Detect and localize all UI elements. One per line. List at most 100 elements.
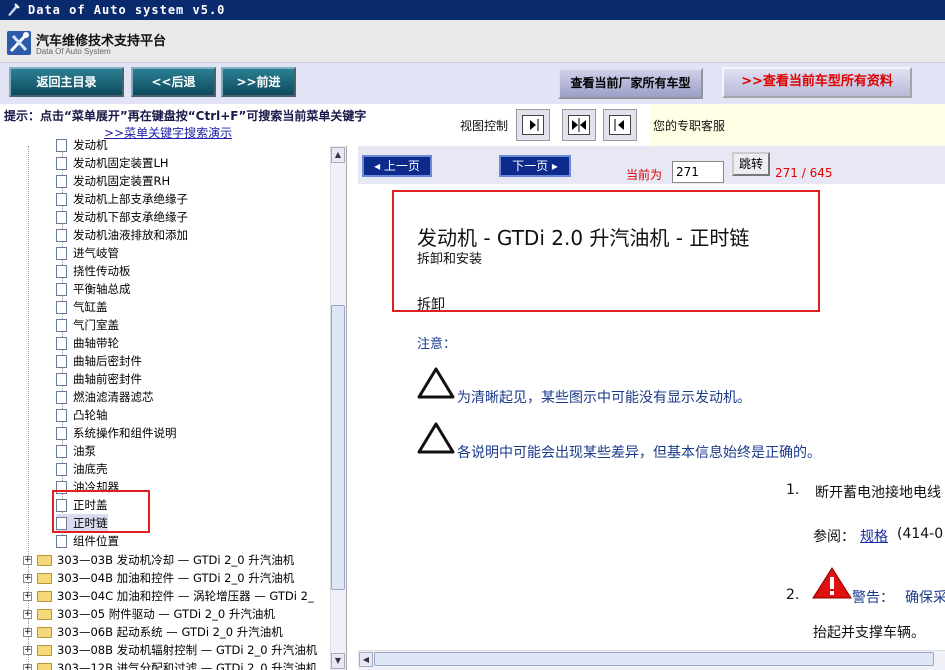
arrow-right-icon xyxy=(530,119,539,131)
note-label: 注意： xyxy=(417,337,457,352)
search-demo-link[interactable]: >>菜单关键字搜索演示 xyxy=(104,124,232,141)
tree-item[interactable]: 发动机油液排放和添加 xyxy=(56,226,188,244)
tree-folder-label: 303—04B 加油和控件 — GTDi 2_0 升汽油机 xyxy=(57,571,295,585)
folder-icon xyxy=(37,663,52,670)
step-number-1: 1. xyxy=(786,482,800,498)
tree-item-label: 油泵 xyxy=(73,444,96,458)
tree-item[interactable]: 平衡轴总成 xyxy=(56,280,131,298)
tree-folder[interactable]: +303—08B 发动机辐射控制 — GTDi 2_0 升汽油机 xyxy=(23,641,317,659)
tree-folder[interactable]: +303—03B 发动机冷却 — GTDi 2_0 升汽油机 xyxy=(23,551,294,569)
tree-item-label: 发动机上部支承绝缘子 xyxy=(73,192,188,206)
expand-plus-icon[interactable]: + xyxy=(23,646,32,655)
tree-folder-label: 303—04C 加油和控件 — 涡轮增压器 — GTDi 2_ xyxy=(57,589,314,603)
tree-item[interactable]: 发动机下部支承绝缘子 xyxy=(56,208,188,226)
tree-item[interactable]: 发动机固定装置LH xyxy=(56,154,169,172)
document-icon xyxy=(56,535,67,548)
tree-folder-label: 303—05 附件驱动 — GTDi 2_0 升汽油机 xyxy=(57,607,275,621)
tree-item[interactable]: 组件位置 xyxy=(56,532,119,550)
expand-plus-icon[interactable]: + xyxy=(23,592,32,601)
prev-page-button[interactable]: ◂ 上一页 xyxy=(362,155,432,177)
section-heading: 拆卸 xyxy=(417,297,445,313)
forward-button[interactable]: >>前进 xyxy=(221,67,296,97)
tree-folder[interactable]: +303—05 附件驱动 — GTDi 2_0 升汽油机 xyxy=(23,605,275,623)
home-button[interactable]: 返回主目录 xyxy=(9,67,124,97)
expand-plus-icon[interactable]: + xyxy=(23,574,32,583)
view-control-label: 视图控制 xyxy=(460,119,509,133)
view-expand-button[interactable] xyxy=(516,109,550,141)
tree-item[interactable]: 油底壳 xyxy=(56,460,108,478)
tree-item-label: 进气岐管 xyxy=(73,246,119,260)
document-icon xyxy=(56,463,67,476)
expand-plus-icon[interactable]: + xyxy=(23,610,32,619)
tree-item[interactable]: 挠性传动板 xyxy=(56,262,131,280)
tree-item[interactable]: 发动机上部支承绝缘子 xyxy=(56,190,188,208)
page-number-input[interactable]: 271 xyxy=(672,161,724,183)
document-icon xyxy=(56,247,67,260)
document-icon xyxy=(56,427,67,440)
next-page-button[interactable]: 下一页 ▸ xyxy=(499,155,571,177)
jump-button[interactable]: 跳转 xyxy=(732,152,770,176)
scroll-up-arrow-icon[interactable]: ▲ xyxy=(331,147,345,163)
scroll-down-arrow-icon[interactable]: ▼ xyxy=(331,653,345,669)
tree-scroll-thumb[interactable] xyxy=(331,305,345,590)
folder-icon xyxy=(37,645,52,656)
tree-item-label: 发动机下部支承绝缘子 xyxy=(73,210,188,224)
tree-item[interactable]: 燃油滤清器滤芯 xyxy=(56,388,154,406)
scroll-left-arrow-icon[interactable]: ◀ xyxy=(359,652,373,667)
tree-item-label: 组件位置 xyxy=(73,534,119,548)
document-icon xyxy=(56,283,67,296)
caution-triangle-icon xyxy=(417,422,455,454)
page-count: 271 / 645 xyxy=(775,166,833,180)
expand-plus-icon[interactable]: + xyxy=(23,556,32,565)
folder-icon xyxy=(37,627,52,638)
caution-triangle-icon xyxy=(417,367,455,399)
agent-text[interactable]: 您的专职客服 xyxy=(653,117,725,134)
view-collapse-button[interactable] xyxy=(603,109,637,141)
arrow-left-icon xyxy=(614,119,624,131)
tree-item[interactable]: 曲轴后密封件 xyxy=(56,352,142,370)
tree-item[interactable]: 凸轮轴 xyxy=(56,406,108,424)
document-scroll-thumb[interactable] xyxy=(374,652,934,666)
tree-folder-label: 303—06B 起动系统 — GTDi 2_0 升汽油机 xyxy=(57,625,283,639)
document-icon xyxy=(56,319,67,332)
window-title: Data of Auto system v5.0 xyxy=(28,3,226,17)
step-number-2: 2. xyxy=(786,587,800,603)
tree-folder[interactable]: +303—12B 进气分配和过滤 — GTDi 2_0 升汽油机 xyxy=(23,659,317,670)
tree-item[interactable]: 气缸盖 xyxy=(56,298,108,316)
tree-item[interactable]: 气门室盖 xyxy=(56,316,119,334)
tree-item[interactable]: 发动机 xyxy=(56,136,108,154)
document-icon xyxy=(56,265,67,278)
tree-item[interactable]: 曲轴前密封件 xyxy=(56,370,142,388)
tree-item-label: 发动机固定装置LH xyxy=(73,156,169,170)
warning-label: 警告： xyxy=(852,590,894,606)
tree-item-label: 燃油滤清器滤芯 xyxy=(73,390,154,404)
document-icon xyxy=(56,175,67,188)
view-split-button[interactable] xyxy=(562,109,596,141)
step-text-1: 断开蓄电池接地电线 xyxy=(815,485,941,501)
tree-item[interactable]: 曲轴带轮 xyxy=(56,334,119,352)
window-title-bar: Data of Auto system v5.0 xyxy=(0,0,945,20)
tree-folder[interactable]: +303—06B 起动系统 — GTDi 2_0 升汽油机 xyxy=(23,623,283,641)
tree-item-label: 发动机固定装置RH xyxy=(73,174,171,188)
all-info-button[interactable]: >>查看当前车型所有资料 xyxy=(722,67,912,98)
tree-item-label: 挠性传动板 xyxy=(73,264,131,278)
tree-item[interactable]: 油泵 xyxy=(56,442,96,460)
tree-item[interactable]: 发动机固定装置RH xyxy=(56,172,170,190)
tree-item[interactable]: 进气岐管 xyxy=(56,244,119,262)
tree-folder[interactable]: +303—04B 加油和控件 — GTDi 2_0 升汽油机 xyxy=(23,569,294,587)
tree-item[interactable]: 系统操作和组件说明 xyxy=(56,424,177,442)
next-page-label: 下一页 xyxy=(512,159,549,173)
back-button[interactable]: <<后退 xyxy=(131,67,216,97)
folder-icon xyxy=(37,609,52,620)
tree-item-label: 平衡轴总成 xyxy=(73,282,131,296)
spec-link[interactable]: 规格 xyxy=(860,526,888,546)
expand-plus-icon[interactable]: + xyxy=(23,628,32,637)
tree-item-label: 曲轴带轮 xyxy=(73,336,119,350)
vendor-models-button[interactable]: 查看当前厂家所有车型 xyxy=(558,68,703,99)
tree-item-label: 油底壳 xyxy=(73,462,108,476)
expand-plus-icon[interactable]: + xyxy=(23,664,32,670)
tree-folder[interactable]: +303—04C 加油和控件 — 涡轮增压器 — GTDi 2_ xyxy=(23,587,314,605)
prev-arrow-icon: ◂ xyxy=(374,159,384,173)
document-icon xyxy=(56,445,67,458)
tree-folder-label: 303—12B 进气分配和过滤 — GTDi 2_0 升汽油机 xyxy=(57,661,318,670)
